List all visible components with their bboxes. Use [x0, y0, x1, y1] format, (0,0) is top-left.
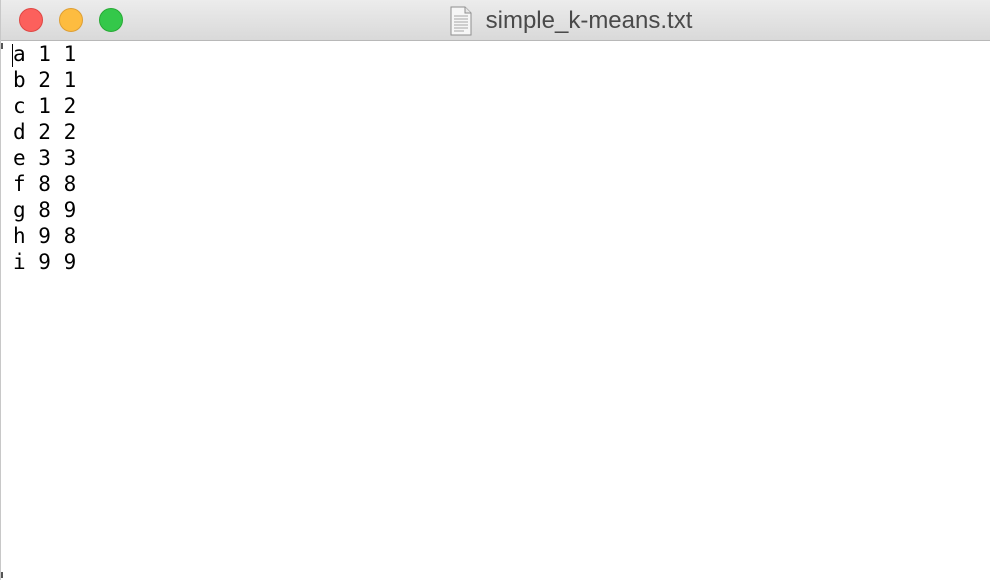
text-line[interactable]: a 1 1	[13, 41, 983, 67]
text-line[interactable]: b 2 1	[13, 67, 983, 93]
text-line[interactable]: i 9 9	[13, 249, 983, 275]
text-line[interactable]: c 1 2	[13, 93, 983, 119]
window-title[interactable]: simple_k-means.txt	[486, 7, 693, 35]
text-document-icon[interactable]	[450, 6, 472, 36]
text-editor-content[interactable]: a 1 1 b 2 1 c 1 2 d 2 2 e 3 3 f 8 8 g 8 …	[13, 41, 983, 571]
text-line[interactable]: e 3 3	[13, 145, 983, 171]
text-line[interactable]: f 8 8	[13, 171, 983, 197]
text-editor-window: simple_k-means.txt a 1 1 b 2 1 c 1 2 d 2…	[0, 0, 990, 580]
window-title-area: simple_k-means.txt	[1, 0, 990, 41]
text-line[interactable]: d 2 2	[13, 119, 983, 145]
text-line[interactable]: g 8 9	[13, 197, 983, 223]
left-edge-indicator	[1, 572, 3, 578]
left-edge-indicator	[1, 43, 3, 49]
text-line[interactable]: h 9 8	[13, 223, 983, 249]
title-bar[interactable]: simple_k-means.txt	[1, 0, 990, 41]
